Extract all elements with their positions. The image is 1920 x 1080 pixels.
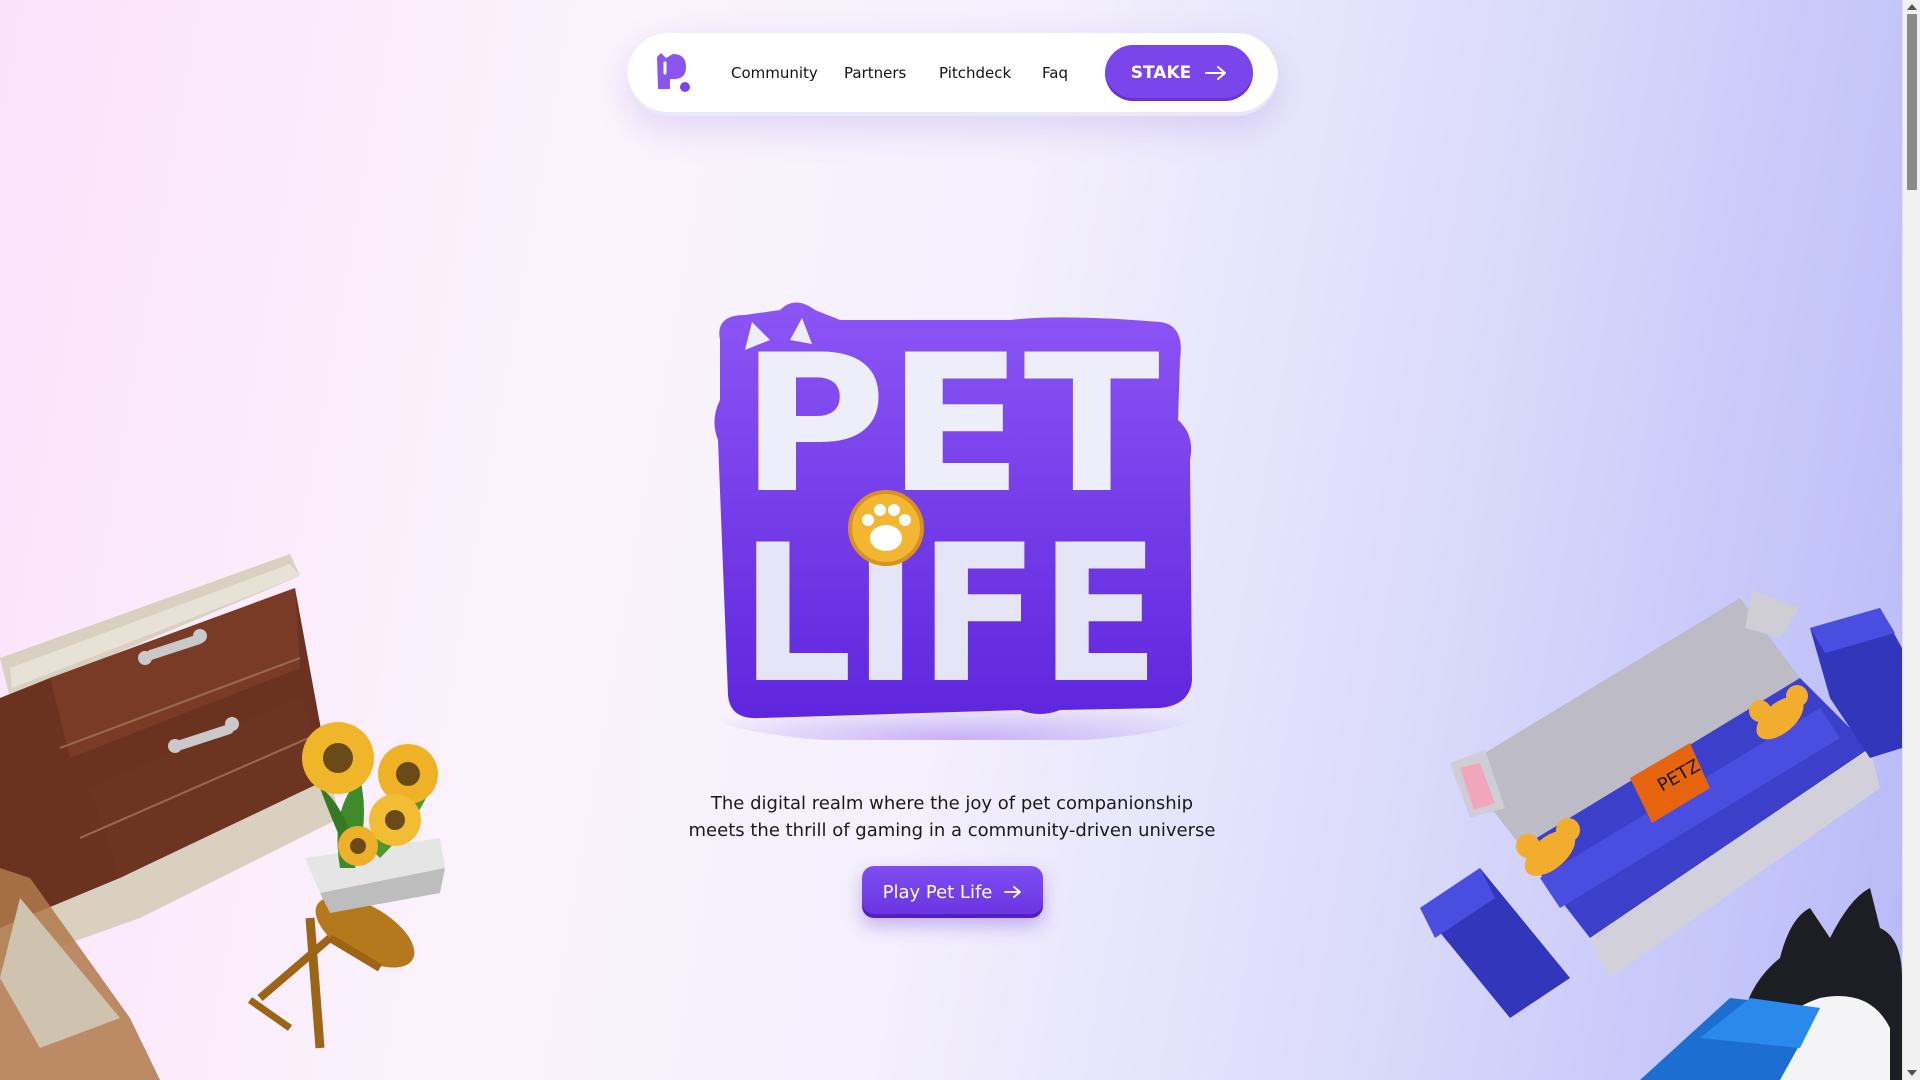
sunflower-icon: [338, 826, 378, 866]
nav-link-pitchdeck[interactable]: Pitchdeck: [939, 64, 1011, 82]
scroll-up-arrow-icon[interactable]: [1907, 4, 1917, 10]
page: Community Partners Pitchdeck Faq STAKE P…: [0, 0, 1902, 1080]
sunflower-icon: [369, 794, 421, 846]
nav-link-community[interactable]: Community: [731, 64, 818, 82]
hero-tagline: The digital realm where the joy of pet c…: [660, 790, 1244, 844]
scroll-down-arrow-icon[interactable]: [1907, 1070, 1917, 1076]
scrollbar-thumb[interactable]: [1907, 14, 1917, 190]
stake-button[interactable]: STAKE: [1105, 45, 1253, 101]
logo-text-top: PET: [740, 314, 1160, 535]
nav-link-faq[interactable]: Faq: [1042, 64, 1068, 82]
hero-tagline-line-2: meets the thrill of gaming in a communit…: [688, 820, 1216, 841]
arrow-right-icon: [1205, 66, 1227, 80]
paw-icon: [848, 490, 924, 566]
top-nav: Community Partners Pitchdeck Faq STAKE: [627, 33, 1278, 116]
stake-button-label: STAKE: [1130, 63, 1192, 83]
sunflower-icon: [302, 722, 374, 794]
pet-life-hero-logo: PET LIFE: [714, 302, 1195, 740]
sofa-with-pet-illustration: PETZ: [1420, 590, 1902, 1080]
play-pet-life-button[interactable]: Play Pet Life: [862, 866, 1043, 918]
pet-life-logo-icon[interactable]: [653, 51, 693, 95]
logo-text-bottom: LIFE: [740, 504, 1160, 725]
sunflower-icon: [378, 744, 438, 804]
hero-tagline-line-1: The digital realm where the joy of pet c…: [710, 793, 1194, 814]
nav-link-partners[interactable]: Partners: [844, 64, 906, 82]
play-button-label: Play Pet Life: [882, 881, 993, 903]
dresser-with-sunflowers-illustration: [0, 554, 445, 1080]
arrow-right-icon: [1004, 886, 1022, 898]
page-scrollbar[interactable]: [1902, 0, 1920, 1080]
